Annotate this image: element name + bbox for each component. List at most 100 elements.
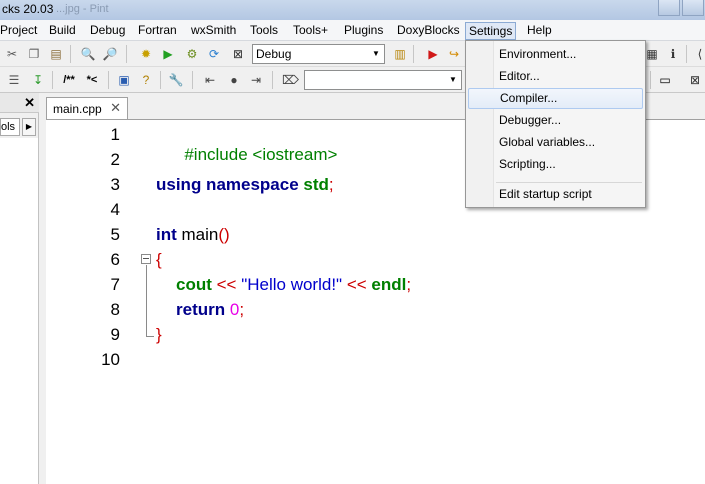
next-line-icon[interactable]: ↧ (30, 72, 46, 88)
menu-item-debugger[interactable]: Debugger... (468, 110, 643, 131)
preprocessor-directive: #include <iostream> (184, 145, 338, 164)
operator: { (156, 250, 162, 269)
toolbar-separator (70, 45, 71, 63)
fold-toggle-icon[interactable] (141, 254, 151, 264)
run-icon[interactable]: ▶ (160, 46, 176, 62)
management-panel: ✕ ols ▶ (0, 93, 39, 484)
prev-bookmark-icon[interactable]: ⇤ (202, 72, 218, 88)
code-line-8: return 0; (176, 300, 244, 320)
menu-debug[interactable]: Debug (87, 22, 128, 40)
debug-windows-icon[interactable]: ▦ (644, 46, 660, 62)
toolbar-separator (272, 71, 273, 89)
copy-icon[interactable]: ❐ (26, 46, 42, 62)
code-line-7: cout << "Hello world!" << endl; (176, 275, 411, 295)
minimize-button[interactable] (658, 0, 680, 16)
doxywizard-icon[interactable]: ▣ (116, 72, 132, 88)
menu-help[interactable]: Help (524, 22, 555, 40)
doxy-line-comment-icon[interactable]: *< (82, 72, 102, 88)
maximize-button[interactable] (682, 0, 704, 16)
code-line-9: } (156, 325, 162, 345)
menu-tools-plus[interactable]: Tools+ (290, 22, 331, 40)
debug-step-icon[interactable]: ↪ (446, 46, 462, 62)
build-target-doc-icon[interactable]: ▥ (392, 46, 408, 62)
window-title: cks 20.03 (2, 2, 54, 16)
chevron-down-icon: ▼ (449, 75, 457, 84)
wrench-icon[interactable]: 🔧 (168, 72, 184, 88)
code-completion-select[interactable]: ▼ (304, 70, 462, 90)
code-line-6: { (156, 250, 162, 270)
tab-label: main.cpp (53, 102, 102, 116)
title-bar: cks 20.03 ...jpg - Pint (0, 0, 705, 20)
close-icon[interactable]: ✕ (24, 95, 35, 111)
debug-run-icon[interactable]: ▶ (425, 46, 441, 62)
line-number: 3 (110, 175, 120, 194)
toolbar-separator (192, 71, 193, 89)
paste-icon[interactable]: ▤ (48, 46, 64, 62)
menu-project[interactable]: Project (0, 22, 40, 40)
menu-settings[interactable]: Settings (465, 22, 517, 40)
build-and-run-icon[interactable]: ⚙ (184, 46, 200, 62)
operator: () (218, 225, 230, 244)
settings-menu: Environment... Editor... Compiler... Deb… (465, 40, 646, 208)
stack-icon[interactable]: ☰ (6, 72, 22, 88)
keyword: return (176, 300, 226, 319)
clear-icon[interactable]: ⌦ (282, 72, 299, 88)
line-number: 2 (110, 150, 120, 169)
panel-tab-symbols[interactable]: ols (0, 118, 20, 136)
string-literal: "Hello world!" (241, 275, 343, 294)
line-number: 8 (110, 300, 120, 319)
menu-item-edit-startup-script[interactable]: Edit startup script (468, 184, 643, 205)
rebuild-icon[interactable]: ⟳ (206, 46, 222, 62)
toolbar-separator (108, 71, 109, 89)
line-number: 9 (110, 325, 120, 344)
tab-main-cpp[interactable]: main.cpp ✕ (46, 97, 128, 119)
fold-end (146, 336, 154, 337)
menu-tools[interactable]: Tools (247, 22, 281, 40)
line-number: 5 (110, 225, 120, 244)
menu-item-editor[interactable]: Editor... (468, 66, 643, 87)
panel-body (0, 138, 38, 484)
build-gear-icon[interactable]: ✹ (138, 46, 154, 62)
debug-info-icon[interactable]: ℹ (665, 46, 681, 62)
abort-icon[interactable]: ⊠ (230, 46, 246, 62)
next-bookmark-icon[interactable]: ⇥ (248, 72, 264, 88)
doxy-comment-block-icon[interactable]: /** (58, 72, 80, 88)
find-icon[interactable]: 🔍 (80, 46, 96, 62)
line-number: 1 (110, 125, 120, 144)
menu-build[interactable]: Build (46, 22, 79, 40)
select-box-icon[interactable]: ⊠ (687, 72, 703, 88)
operator: ; (328, 175, 334, 194)
menu-fortran[interactable]: Fortran (135, 22, 180, 40)
menu-doxyblocks[interactable]: DoxyBlocks (394, 22, 463, 40)
toggle-bookmark-icon[interactable]: ● (226, 72, 242, 88)
code-line-3: using namespace std; (156, 175, 334, 195)
line-number: 7 (110, 275, 120, 294)
toolbar-separator (686, 45, 687, 63)
menu-plugins[interactable]: Plugins (341, 22, 386, 40)
menu-item-global-variables[interactable]: Global variables... (468, 132, 643, 153)
window-title-ghost: ...jpg - Pint (56, 3, 109, 15)
menu-item-compiler[interactable]: Compiler... (468, 88, 643, 109)
operator: << (211, 275, 242, 294)
menu-wxsmith[interactable]: wxSmith (188, 22, 239, 40)
cut-icon[interactable]: ✂ (4, 46, 20, 62)
menu-item-scripting[interactable]: Scripting... (468, 154, 643, 175)
build-target-select[interactable]: Debug ▼ (252, 44, 385, 64)
menu-bar: Project Build Debug Fortran wxSmith Tool… (0, 20, 705, 41)
menu-item-environment[interactable]: Environment... (468, 44, 643, 65)
rectangle-icon[interactable]: ▭ (656, 72, 674, 88)
number-literal: 0 (229, 300, 240, 319)
line-number: 10 (101, 350, 120, 369)
line-number: 4 (110, 200, 120, 219)
keyword: using namespace (156, 175, 299, 194)
close-icon[interactable]: ✕ (110, 100, 121, 116)
jump-back-icon[interactable]: ⟨ (692, 46, 705, 62)
toolbar-separator (126, 45, 127, 63)
identifier: std (303, 175, 329, 194)
operator: << (342, 275, 372, 294)
code-line-5: int main() (156, 225, 230, 245)
operator: ; (239, 300, 245, 319)
help-icon[interactable]: ? (138, 72, 154, 88)
chevron-right-icon[interactable]: ▶ (22, 118, 36, 136)
replace-icon[interactable]: 🔎 (102, 46, 118, 62)
